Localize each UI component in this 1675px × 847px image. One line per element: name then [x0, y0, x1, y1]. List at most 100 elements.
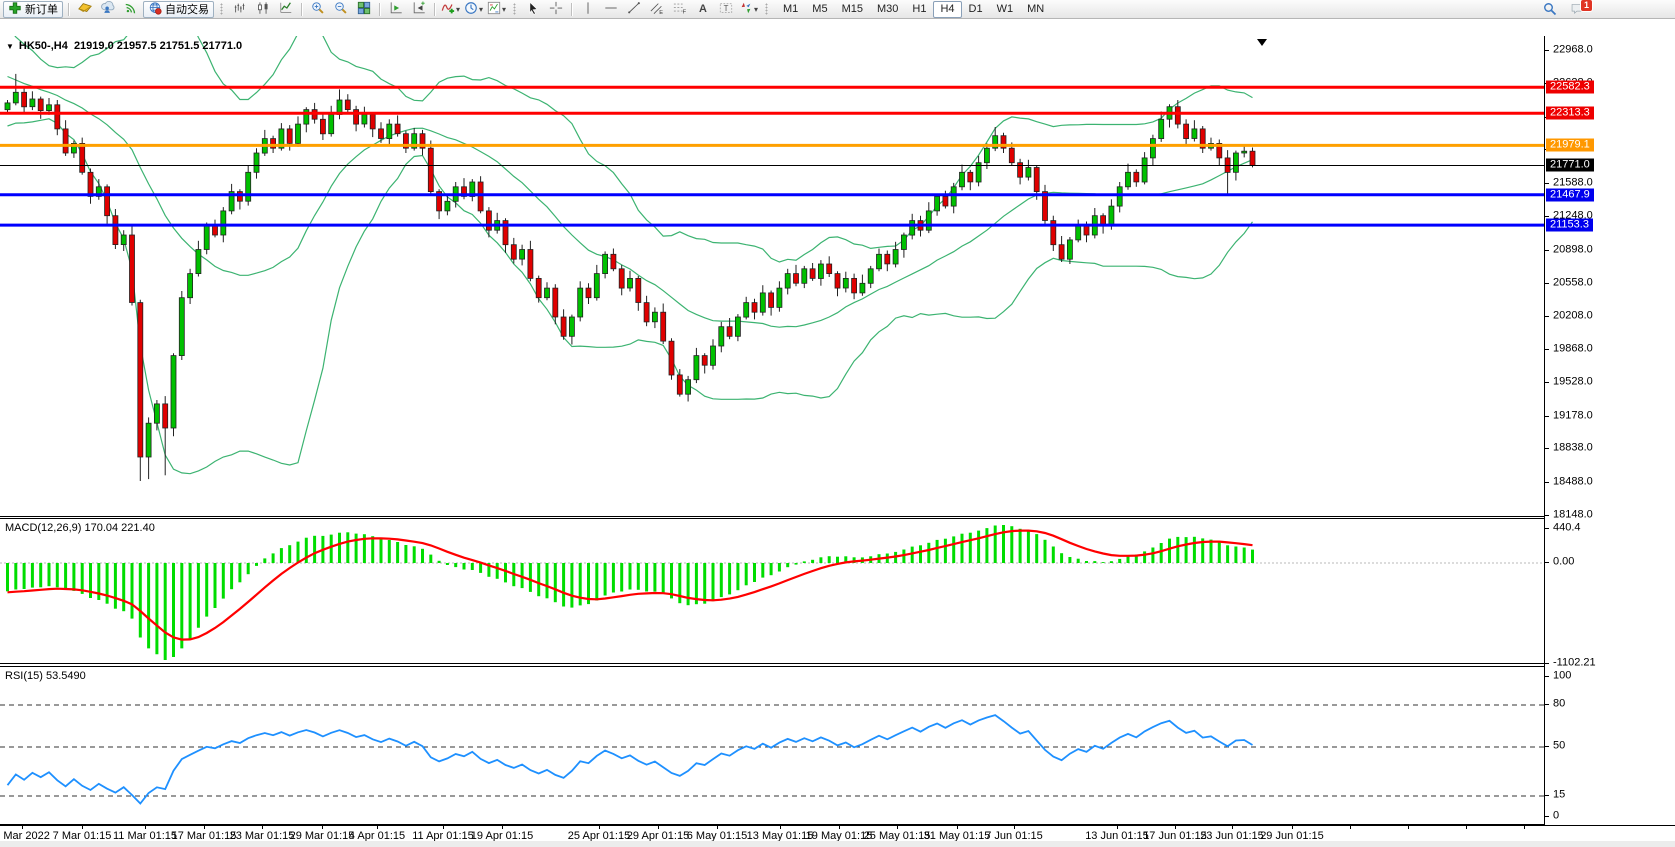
rsi-scale-label: 15	[1553, 788, 1565, 800]
macd-scale-label: -1102.21	[1553, 656, 1596, 668]
market-watch-icon[interactable]	[74, 1, 95, 17]
axis-tick	[1545, 349, 1549, 350]
timeframe-m1[interactable]: M1	[776, 1, 805, 18]
candlestick-mode-icon	[256, 1, 270, 18]
rsi-scale-label: 50	[1553, 739, 1565, 751]
axis-tick	[1545, 482, 1549, 483]
toolbar-separator	[571, 3, 572, 16]
price-axis[interactable]: 22968.022628.022278.021938.021588.021248…	[1544, 36, 1675, 825]
crosshair-icon[interactable]	[545, 1, 566, 17]
signals-icon[interactable]	[120, 1, 141, 17]
templates-icon[interactable]: ▾	[486, 1, 507, 17]
svg-text:E: E	[659, 10, 663, 15]
axis-tick	[1545, 816, 1549, 817]
line-chart-mode-icon	[279, 1, 293, 18]
chart-shift-icon[interactable]	[408, 1, 429, 17]
price-tick-label: 18838.0	[1553, 441, 1593, 453]
price-tick-label: 21588.0	[1553, 176, 1593, 188]
cursor-icon	[526, 1, 540, 18]
community-icon[interactable]	[97, 1, 118, 17]
text-label-icon: T	[719, 1, 733, 18]
timeframe-h1[interactable]: H1	[905, 1, 933, 18]
timeframe-m5[interactable]: M5	[805, 1, 834, 18]
text-icon[interactable]: A	[692, 1, 713, 17]
periods-icon[interactable]: ▾	[463, 1, 484, 17]
chart-window: ▼ HK50-,H4 21919.0 21957.5 21751.5 21771…	[0, 18, 1675, 829]
chevron-down-icon[interactable]: ▾	[479, 5, 483, 14]
axis-tick	[1545, 746, 1549, 747]
timeframe-w1[interactable]: W1	[990, 1, 1021, 18]
axis-tick	[1545, 676, 1549, 677]
templates-icon	[487, 1, 501, 18]
candlestick-mode-icon[interactable]	[252, 1, 273, 17]
axis-tick	[1545, 250, 1549, 251]
chevron-down-icon[interactable]: ▾	[502, 5, 506, 14]
chevron-down-icon[interactable]: ▾	[456, 5, 460, 14]
axis-tick	[1545, 183, 1549, 184]
timeframe-h4[interactable]: H4	[933, 1, 961, 18]
tile-windows-icon	[357, 1, 371, 18]
price-tick-label: 18488.0	[1553, 475, 1593, 487]
auto-scroll-icon	[389, 1, 403, 18]
macd-scale-label: 440.4	[1553, 521, 1581, 533]
toolbar-drag-handle[interactable]	[513, 3, 516, 15]
arrow-objects-icon[interactable]: ▾	[738, 1, 759, 17]
toolbar-separator	[301, 3, 302, 16]
axis-tick	[1545, 283, 1549, 284]
axis-tick	[1545, 663, 1549, 664]
toolbar: 新订单 自动交易 ▾ ▾ ▾ E F AT ▾ M1M5M15M30H1H4D1W1MN 1	[0, 0, 1675, 19]
fibonacci-retracement-icon[interactable]: F	[669, 1, 690, 17]
chart-shift-icon	[412, 1, 426, 18]
rsi-pane[interactable]: RSI(15) 53.5490	[0, 666, 1544, 825]
rsi-label: RSI(15) 53.5490	[5, 670, 86, 682]
trend-line-icon	[627, 1, 641, 18]
notifications-icon[interactable]: 1	[1567, 1, 1588, 17]
timeframe-m15[interactable]: M15	[835, 1, 870, 18]
toolbar-separator	[379, 3, 380, 16]
axis-tick	[1545, 795, 1549, 796]
cursor-icon[interactable]	[522, 1, 543, 17]
zoom-out-icon[interactable]	[330, 1, 351, 17]
equidistant-channel-icon[interactable]: E	[646, 1, 667, 17]
trend-line-icon[interactable]	[623, 1, 644, 17]
toolbar-right: 1	[1538, 1, 1589, 17]
price-tick-label: 22968.0	[1553, 43, 1593, 55]
macd-pane[interactable]: MACD(12,26,9) 170.04 221.40	[0, 518, 1544, 664]
horizontal-line-icon[interactable]	[600, 1, 621, 17]
timeframe-m30[interactable]: M30	[870, 1, 905, 18]
svg-text:F: F	[682, 9, 686, 14]
level-price-badge: 22582.3	[1546, 81, 1594, 94]
crosshair-icon	[549, 1, 563, 18]
status-strip	[0, 841, 1675, 847]
auto-scroll-icon[interactable]	[385, 1, 406, 17]
indicators-icon[interactable]: ▾	[440, 1, 461, 17]
timeframe-mn[interactable]: MN	[1020, 1, 1051, 18]
algo-trading-button[interactable]: 自动交易	[143, 1, 214, 18]
axis-tick	[1545, 216, 1549, 217]
zoom-in-icon[interactable]	[307, 1, 328, 17]
line-chart-mode-icon[interactable]	[275, 1, 296, 17]
one-click-trading-collapse-icon[interactable]: ▼	[6, 42, 14, 51]
price-tick-label: 19868.0	[1553, 342, 1593, 354]
search-icon[interactable]	[1539, 1, 1560, 17]
bar-chart-mode-icon	[233, 1, 247, 18]
vertical-line-icon	[581, 1, 595, 18]
text-label-icon[interactable]: T	[715, 1, 736, 17]
bar-chart-mode-icon[interactable]	[229, 1, 250, 17]
new-order-button[interactable]: 新订单	[3, 1, 63, 18]
horizontal-line-icon	[604, 1, 618, 18]
axis-tick	[1545, 562, 1549, 563]
toolbar-drag-handle[interactable]	[220, 3, 223, 15]
chevron-down-icon[interactable]: ▾	[754, 5, 758, 14]
level-price-badge: 22313.3	[1546, 107, 1594, 120]
svg-text:A: A	[699, 2, 707, 14]
tile-windows-icon[interactable]	[353, 1, 374, 17]
arrow-objects-icon	[739, 1, 753, 18]
rsi-chart	[0, 667, 1544, 824]
main-chart-pane[interactable]: ▼ HK50-,H4 21919.0 21957.5 21751.5 21771…	[0, 36, 1544, 517]
timeframe-d1[interactable]: D1	[962, 1, 990, 18]
toolbar-drag-handle[interactable]	[765, 3, 768, 15]
rsi-scale-label: 80	[1553, 697, 1565, 709]
vertical-line-icon[interactable]	[577, 1, 598, 17]
macd-scale-label: 0.00	[1553, 555, 1574, 567]
